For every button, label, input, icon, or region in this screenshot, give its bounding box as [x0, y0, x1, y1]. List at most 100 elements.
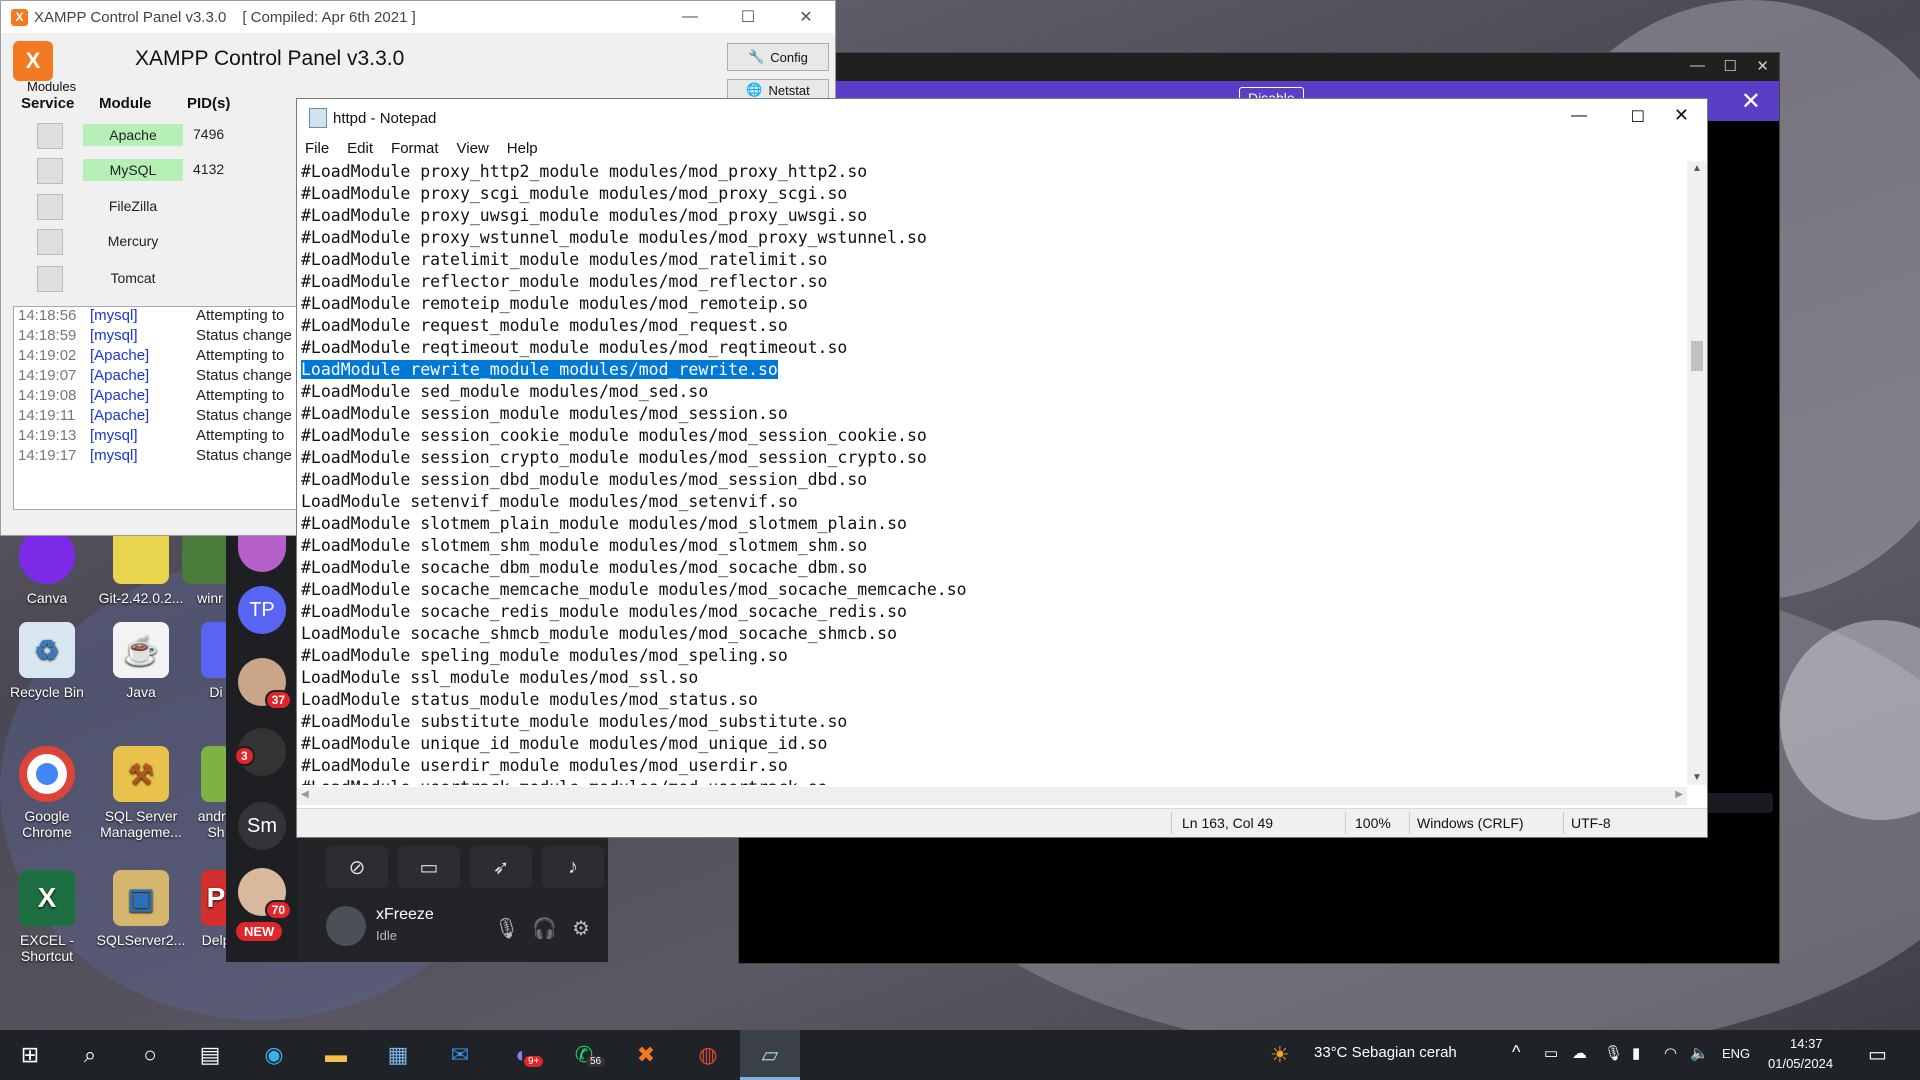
text-line[interactable]: #LoadModule proxy_scgi_module modules/mo…: [301, 183, 1687, 205]
whatsapp-icon[interactable]: ✆ 56: [554, 1030, 614, 1080]
menu-view[interactable]: View: [457, 140, 489, 157]
text-line[interactable]: LoadModule ssl_module modules/mod_ssl.so: [301, 667, 1687, 689]
server-avatar[interactable]: 70: [238, 868, 292, 920]
minimize-icon[interactable]: —: [1690, 57, 1705, 74]
mail-icon[interactable]: ✉: [430, 1030, 490, 1080]
maximize-icon[interactable]: ☐: [1724, 57, 1737, 75]
text-line[interactable]: #LoadModule slotmem_shm_module modules/m…: [301, 535, 1687, 557]
server-icon[interactable]: [238, 532, 286, 572]
text-line[interactable]: #LoadModule session_crypto_module module…: [301, 447, 1687, 469]
text-line[interactable]: #LoadModule proxy_wstunnel_module module…: [301, 227, 1687, 249]
activity-rocket-icon[interactable]: ➶: [470, 846, 532, 888]
clock-date[interactable]: 01/05/2024: [1768, 1056, 1833, 1071]
microphone-tray-icon[interactable]: 🎙: [1604, 1044, 1623, 1062]
service-checkbox[interactable]: [37, 158, 63, 184]
text-line[interactable]: #LoadModule socache_dbm_module modules/m…: [301, 557, 1687, 579]
meet-now-icon[interactable]: ▭: [1544, 1044, 1558, 1062]
scroll-left-icon[interactable]: ◀: [301, 789, 309, 800]
menu-format[interactable]: Format: [391, 140, 439, 157]
avatar[interactable]: [326, 906, 366, 946]
file-explorer-icon[interactable]: ▬: [306, 1030, 366, 1080]
chrome-taskbar-icon[interactable]: ◍: [678, 1030, 738, 1080]
minimize-icon[interactable]: —: [661, 1, 719, 33]
server-avatar[interactable]: 37: [238, 658, 292, 710]
microphone-icon[interactable]: 🎙: [494, 916, 519, 941]
headphones-icon[interactable]: 🎧: [532, 916, 557, 941]
volume-icon[interactable]: 🔈: [1690, 1044, 1709, 1062]
wifi-icon[interactable]: ◠: [1664, 1044, 1677, 1062]
close-icon[interactable]: ✕: [777, 1, 835, 33]
text-line[interactable]: #LoadModule reflector_module modules/mod…: [301, 271, 1687, 293]
notification-center-icon[interactable]: ▭: [1868, 1042, 1887, 1067]
weather-text[interactable]: 33°C Sebagian cerah: [1314, 1044, 1457, 1061]
horizontal-scrollbar[interactable]: ◀ ▶: [297, 787, 1687, 805]
camera-off-icon[interactable]: ⊘: [326, 846, 388, 888]
cortana-icon[interactable]: ○: [120, 1030, 180, 1080]
server-sm[interactable]: Sm: [238, 802, 286, 850]
service-checkbox[interactable]: [37, 229, 63, 255]
desktop-icon-google-chrome[interactable]: Google Chrome: [0, 746, 94, 840]
maximize-icon[interactable]: ☐: [1631, 107, 1645, 127]
text-line[interactable]: LoadModule rewrite_module modules/mod_re…: [301, 359, 1687, 381]
screen-share-icon[interactable]: ▭: [398, 846, 460, 888]
scroll-right-icon[interactable]: ▶: [1675, 789, 1683, 800]
scroll-thumb[interactable]: [1691, 341, 1703, 371]
scroll-up-icon[interactable]: ▲: [1692, 163, 1702, 174]
server-avatar[interactable]: 3: [234, 728, 286, 776]
menu-help[interactable]: Help: [507, 140, 538, 157]
desktop-icon-excel[interactable]: X EXCEL - Shortcut: [0, 870, 94, 964]
text-line[interactable]: #LoadModule session_module modules/mod_s…: [301, 403, 1687, 425]
text-line[interactable]: #LoadModule ratelimit_module modules/mod…: [301, 249, 1687, 271]
edge-icon[interactable]: ◉: [244, 1030, 304, 1080]
text-line[interactable]: LoadModule setenvif_module modules/mod_s…: [301, 491, 1687, 513]
text-line[interactable]: #LoadModule socache_redis_module modules…: [301, 601, 1687, 623]
microsoft-store-icon[interactable]: ▦: [368, 1030, 428, 1080]
xampp-taskbar-icon[interactable]: ✖: [616, 1030, 676, 1080]
service-checkbox[interactable]: [37, 194, 63, 220]
onedrive-icon[interactable]: ☁: [1572, 1044, 1587, 1062]
search-icon[interactable]: ⌕: [60, 1030, 120, 1080]
service-checkbox[interactable]: [37, 266, 63, 292]
notepad-window[interactable]: httpd - Notepad — ☐ ✕ File Edit Format V…: [296, 98, 1708, 838]
settings-gear-icon[interactable]: ⚙: [572, 916, 590, 941]
text-line[interactable]: #LoadModule usertrack_module modules/mod…: [301, 777, 1687, 785]
text-line[interactable]: #LoadModule remoteip_module modules/mod_…: [301, 293, 1687, 315]
discord-taskbar-icon[interactable]: ◐ 9+: [492, 1030, 552, 1080]
start-windows-icon[interactable]: ⊞: [0, 1030, 60, 1080]
text-line[interactable]: LoadModule socache_shmcb_module modules/…: [301, 623, 1687, 645]
menu-file[interactable]: File: [305, 140, 329, 157]
scroll-down-icon[interactable]: ▼: [1692, 772, 1702, 783]
server-tp[interactable]: TP: [238, 586, 286, 634]
log-panel[interactable]: 14:18:56 [mysql] Attempting to 14:18:59 [my…: [13, 306, 305, 510]
desktop-icon-sql-server-management[interactable]: ⚒ SQL Server Manageme...: [94, 746, 188, 840]
text-line[interactable]: #LoadModule session_cookie_module module…: [301, 425, 1687, 447]
close-icon[interactable]: ✕: [1756, 57, 1769, 75]
language-indicator[interactable]: ENG: [1722, 1046, 1750, 1061]
text-line[interactable]: #LoadModule socache_memcache_module modu…: [301, 579, 1687, 601]
text-line[interactable]: #LoadModule proxy_uwsgi_module modules/m…: [301, 205, 1687, 227]
chevron-up-icon[interactable]: ^: [1512, 1042, 1520, 1063]
notepad-taskbar-icon[interactable]: ▱: [740, 1030, 800, 1080]
close-banner-icon[interactable]: ✕: [1741, 87, 1761, 116]
menu-edit[interactable]: Edit: [347, 140, 373, 157]
text-line[interactable]: #LoadModule slotmem_plain_module modules…: [301, 513, 1687, 535]
text-line[interactable]: #LoadModule userdir_module modules/mod_u…: [301, 755, 1687, 777]
maximize-icon[interactable]: ☐: [719, 1, 777, 33]
desktop-icon-canva[interactable]: Canva: [0, 528, 94, 606]
desktop-icon-git[interactable]: Git-2.42.0.2...: [94, 528, 188, 606]
text-line[interactable]: #LoadModule speling_module modules/mod_s…: [301, 645, 1687, 667]
battery-icon[interactable]: ▮: [1632, 1044, 1640, 1062]
service-checkbox[interactable]: [37, 123, 63, 149]
text-line[interactable]: #LoadModule session_dbd_module modules/m…: [301, 469, 1687, 491]
minimize-icon[interactable]: —: [1571, 107, 1587, 125]
text-line[interactable]: #LoadModule sed_module modules/mod_sed.s…: [301, 381, 1687, 403]
text-line[interactable]: LoadModule status_module modules/mod_sta…: [301, 689, 1687, 711]
text-line[interactable]: #LoadModule substitute_module modules/mo…: [301, 711, 1687, 733]
text-line[interactable]: #LoadModule reqtimeout_module modules/mo…: [301, 337, 1687, 359]
config-button[interactable]: 🔧 Config: [727, 43, 829, 71]
clock-time[interactable]: 14:37: [1790, 1036, 1823, 1051]
desktop-icon-sqlserver[interactable]: ▣ SQLServer2...: [94, 870, 188, 948]
text-line[interactable]: #LoadModule request_module modules/mod_r…: [301, 315, 1687, 337]
text-editor-area[interactable]: #LoadModule proxy_http2_module modules/m…: [301, 161, 1687, 785]
close-icon[interactable]: ✕: [1674, 105, 1689, 126]
